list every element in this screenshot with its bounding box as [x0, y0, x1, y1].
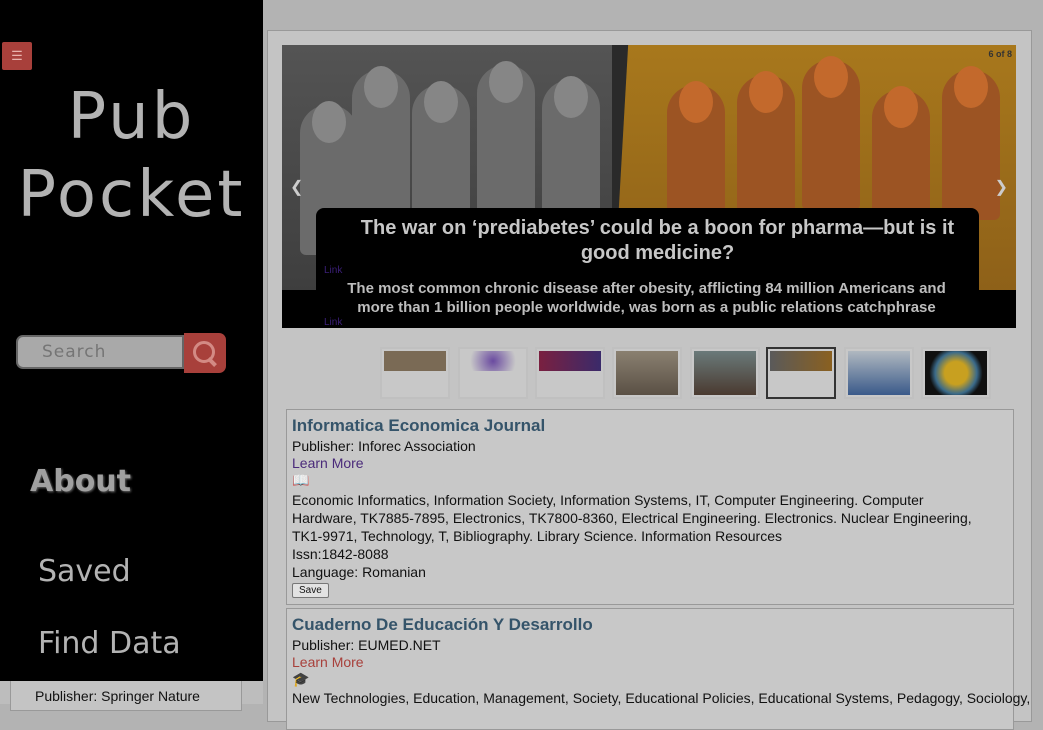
- figure: [802, 56, 860, 210]
- thumbnail-active[interactable]: [766, 347, 836, 399]
- nav-saved[interactable]: Saved: [38, 554, 131, 589]
- journal-subjects: New Technologies, Education, Management,…: [292, 690, 1031, 706]
- search-bar: [16, 333, 226, 373]
- nav-find-data[interactable]: Find Data: [38, 626, 181, 661]
- slide-description: The most common chronic disease after ob…: [347, 280, 946, 316]
- brand-logo: Pub Pocket: [0, 78, 263, 234]
- figure: [352, 66, 410, 220]
- journal-issn: Issn:1842-8088: [292, 546, 389, 562]
- chevron-right-icon[interactable]: ❯: [995, 177, 1008, 197]
- book-reader-icon: 📖: [292, 472, 310, 488]
- image-slider[interactable]: 6 of 8 ❮ ❯ The war on ‘prediabetes’ coul…: [282, 45, 1016, 328]
- main-content: 6 of 8 ❮ ❯ The war on ‘prediabetes’ coul…: [267, 30, 1032, 730]
- slide-link[interactable]: Link: [324, 317, 342, 328]
- thumbnail[interactable]: [535, 347, 605, 399]
- search-button[interactable]: [184, 333, 226, 373]
- background-publisher: Publisher: Springer Nature: [35, 688, 200, 704]
- nav-about[interactable]: About: [30, 464, 131, 499]
- learn-more-link[interactable]: Learn More: [292, 654, 364, 670]
- brand-line-2: Pocket: [17, 158, 246, 232]
- slide-link[interactable]: Link: [324, 265, 342, 276]
- save-button[interactable]: Save: [292, 583, 329, 598]
- hamburger-icon[interactable]: ☰: [2, 42, 32, 70]
- figure: [477, 61, 535, 215]
- journal-title[interactable]: Informatica Economica Journal: [292, 416, 545, 436]
- brand-line-1: Pub: [67, 80, 196, 154]
- thumbnail[interactable]: [380, 347, 450, 399]
- learn-more-link[interactable]: Learn More: [292, 455, 364, 471]
- thumbnail[interactable]: [612, 347, 682, 399]
- journal-card: Cuaderno De Educación Y Desarrollo Publi…: [286, 608, 1031, 730]
- journal-language: Language: Romanian: [292, 564, 426, 580]
- journal-publisher: Publisher: Inforec Association: [292, 438, 476, 454]
- journal-card: Informatica Economica Journal Publisher:…: [286, 409, 1014, 605]
- journal-subjects: Economic Informatics, Information Societ…: [292, 492, 972, 544]
- thumbnail[interactable]: [458, 347, 528, 399]
- journal-title[interactable]: Cuaderno De Educación Y Desarrollo: [292, 615, 593, 635]
- thumbnail[interactable]: [844, 347, 914, 399]
- slide-counter: 6 of 8: [988, 49, 1012, 59]
- thumbnail[interactable]: [921, 347, 991, 399]
- sidebar: ☰ Pub Pocket About Saved Find Data: [0, 0, 263, 681]
- graduation-cap-icon: 🎓: [292, 671, 310, 687]
- thumbnail[interactable]: [690, 347, 760, 399]
- figure: [942, 66, 1000, 220]
- figure: [737, 71, 795, 225]
- journal-publisher: Publisher: EUMED.NET: [292, 637, 441, 653]
- slide-title: The war on ‘prediabetes’ could be a boon…: [360, 217, 955, 264]
- background-card: Publisher: Springer Nature: [10, 680, 242, 711]
- search-input[interactable]: [16, 335, 184, 369]
- chevron-left-icon[interactable]: ❮: [290, 177, 303, 197]
